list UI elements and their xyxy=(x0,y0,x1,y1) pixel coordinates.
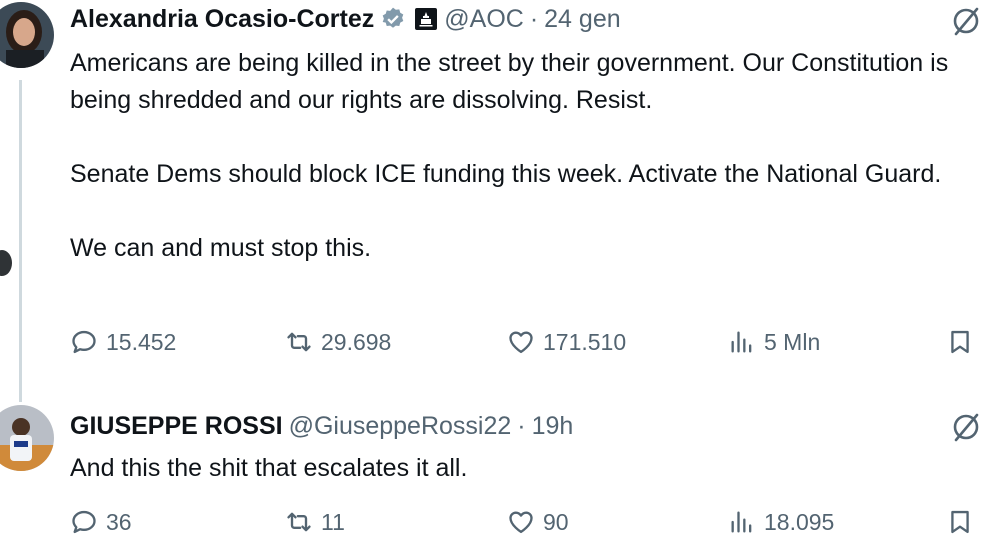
avatar-aoc[interactable] xyxy=(0,2,54,68)
author-handle[interactable]: @AOC xyxy=(444,5,524,34)
tweet-header: GIUSEPPE ROSSI @GiuseppeRossi22 · 19h xyxy=(70,409,573,443)
like-count: 90 xyxy=(543,508,569,535)
bookmark-icon xyxy=(951,330,969,354)
like-count: 171.510 xyxy=(543,328,627,355)
tweet-paragraph: Americans are being killed in the street… xyxy=(70,49,949,114)
government-badge-icon xyxy=(415,8,438,30)
separator-dot: · xyxy=(529,4,539,33)
tweet-actions: 15.452 29.698 171.510 5 Mln xyxy=(70,328,980,368)
grok-icon[interactable] xyxy=(951,6,981,36)
tweet-paragraph: We can and must stop this. xyxy=(70,234,372,262)
repost-count: 29.698 xyxy=(321,328,392,355)
tweet-actions: 36 11 90 18.095 xyxy=(70,508,980,548)
author-handle[interactable]: @GiuseppeRossi22 xyxy=(289,412,512,441)
reply-count: 36 xyxy=(106,508,132,535)
timestamp[interactable]: 19h xyxy=(532,412,574,441)
repost-icon xyxy=(287,332,311,352)
like-button[interactable]: 90 xyxy=(507,508,569,536)
separator-dot: · xyxy=(517,411,526,440)
reply-button[interactable]: 15.452 xyxy=(70,328,176,356)
bookmark-button[interactable] xyxy=(946,328,974,356)
views-count: 18.095 xyxy=(764,508,835,535)
bookmark-icon xyxy=(951,510,969,534)
repost-icon xyxy=(287,512,311,532)
avatar-giuseppe[interactable] xyxy=(0,405,54,471)
views-icon xyxy=(731,511,752,533)
repost-count: 11 xyxy=(321,508,345,535)
reply-count: 15.452 xyxy=(106,328,177,355)
author-name[interactable]: Alexandria Ocasio-Cortez xyxy=(70,5,374,34)
like-icon xyxy=(509,511,533,534)
verified-badge-icon xyxy=(382,7,404,28)
tweet-paragraph: Senate Dems should block ICE funding thi… xyxy=(70,160,942,188)
reply-button[interactable]: 36 xyxy=(70,508,132,536)
timestamp[interactable]: 24 gen xyxy=(544,5,620,34)
reply-icon xyxy=(72,330,96,354)
like-button[interactable]: 171.510 xyxy=(507,328,626,356)
tweet-text: Americans are being killed in the street… xyxy=(70,45,985,267)
grok-icon[interactable] xyxy=(951,412,981,442)
reply-icon xyxy=(72,510,96,534)
like-icon xyxy=(509,331,533,354)
repost-button[interactable]: 29.698 xyxy=(285,328,391,356)
scroll-indicator-dot xyxy=(0,250,12,276)
tweet-header: Alexandria Ocasio-Cortez @AOC · 24 gen xyxy=(70,2,621,36)
author-name[interactable]: GIUSEPPE ROSSI xyxy=(70,412,283,441)
tweet-paragraph: And this the shit that escalates it all. xyxy=(70,454,468,482)
views-button[interactable]: 5 Mln xyxy=(728,328,820,356)
views-count: 5 Mln xyxy=(764,328,821,355)
repost-button[interactable]: 11 xyxy=(285,508,345,536)
tweet-text: And this the shit that escalates it all. xyxy=(70,450,985,487)
views-icon xyxy=(731,331,752,353)
bookmark-button[interactable] xyxy=(946,508,974,536)
views-button[interactable]: 18.095 xyxy=(728,508,834,536)
thread-connector-line xyxy=(19,80,22,402)
